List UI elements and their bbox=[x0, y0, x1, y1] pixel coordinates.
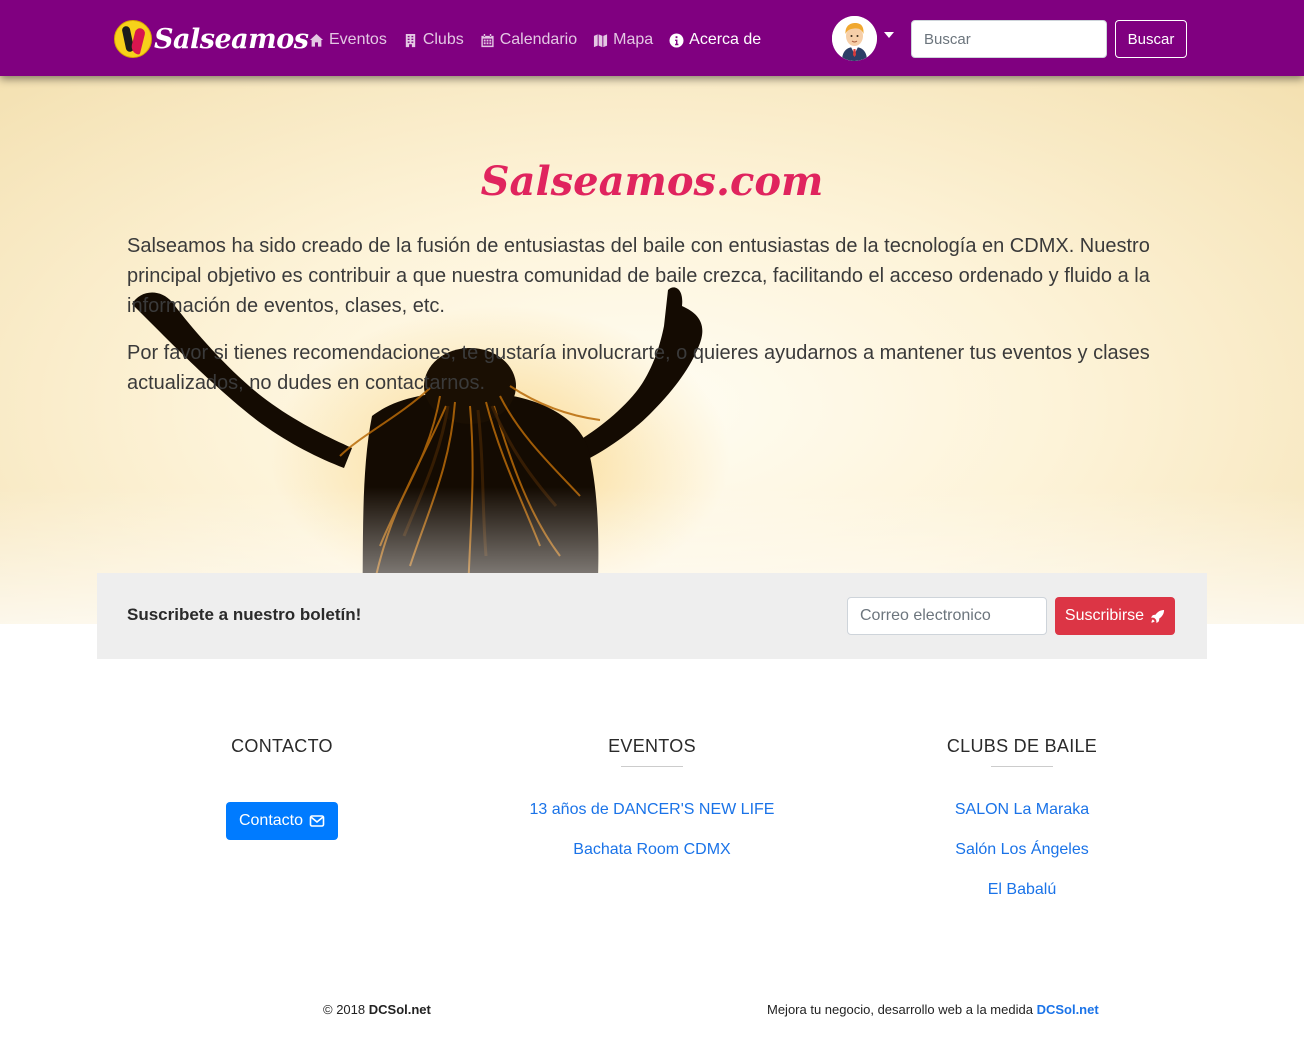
subscribe-button[interactable]: Suscribirse bbox=[1055, 597, 1175, 635]
calendar-icon bbox=[481, 33, 494, 47]
events-heading: EVENTOS bbox=[608, 736, 696, 756]
search-button[interactable]: Buscar bbox=[1115, 20, 1187, 58]
navbar: Salseamos Eventos Clubs Calendario Mapa … bbox=[0, 0, 1304, 76]
club-link[interactable]: El Babalú bbox=[837, 880, 1207, 920]
event-link[interactable]: Bachata Room CDMX bbox=[467, 840, 837, 880]
nav-item-label: Mapa bbox=[613, 31, 654, 48]
main-nav: Eventos Clubs Calendario Mapa Acerca de bbox=[309, 28, 761, 52]
copyright-text: © 2018 bbox=[323, 1002, 366, 1017]
nav-item-clubs[interactable]: Clubs bbox=[403, 31, 464, 49]
info-icon bbox=[669, 32, 684, 48]
contact-button-label: Contacto bbox=[238, 812, 304, 829]
user-menu-caret-icon[interactable] bbox=[884, 32, 894, 38]
nav-item-calendario[interactable]: Calendario bbox=[480, 31, 577, 49]
newsletter-email-field[interactable] bbox=[847, 597, 1047, 635]
nav-item-label: Eventos bbox=[329, 31, 387, 48]
envelope-icon bbox=[309, 815, 325, 827]
rocket-icon bbox=[1151, 609, 1165, 623]
footer-clubs-column: CLUBS DE BAILE SALON La Maraka Salón Los… bbox=[837, 736, 1207, 920]
footer-tagline: Mejora tu negocio, desarrollo web a la m… bbox=[767, 1002, 1099, 1017]
brand-name: Salseamos bbox=[154, 23, 309, 55]
copyright: © 2018 DCSol.net bbox=[323, 1002, 431, 1017]
tagline-text: Mejora tu negocio, desarrollo web a la m… bbox=[767, 1002, 1033, 1017]
copyright-brand-link[interactable]: DCSol.net bbox=[369, 1002, 431, 1017]
search-input[interactable] bbox=[911, 20, 1107, 58]
hero-section: Salseamos.com Salseamos ha sido creado d… bbox=[0, 76, 1304, 624]
building-icon bbox=[405, 33, 415, 47]
clubs-heading: CLUBS DE BAILE bbox=[946, 736, 1098, 756]
event-link[interactable]: 13 años de DANCER'S NEW LIFE bbox=[467, 800, 837, 840]
about-paragraph: Salseamos ha sido creado de la fusión de… bbox=[127, 235, 1150, 317]
heading-divider bbox=[621, 766, 683, 767]
contact-invite-paragraph: Por favor si tienes recomendaciones, te … bbox=[127, 342, 1150, 394]
newsletter-label: Suscribete a nuestro boletín! bbox=[127, 605, 362, 624]
newsletter-bar: Suscribete a nuestro boletín! Suscribirs… bbox=[97, 573, 1207, 659]
heading-divider bbox=[991, 766, 1053, 767]
contact-button[interactable]: Contacto bbox=[225, 802, 339, 840]
nav-item-eventos[interactable]: Eventos bbox=[309, 31, 387, 49]
home-icon bbox=[309, 33, 324, 47]
tagline-brand-link[interactable]: DCSol.net bbox=[1037, 1002, 1099, 1017]
page-title: Salseamos.com bbox=[480, 158, 824, 205]
nav-item-acerca-de[interactable]: Acerca de bbox=[669, 31, 761, 49]
club-link[interactable]: SALON La Maraka bbox=[837, 800, 1207, 840]
nav-item-label: Acerca de bbox=[689, 31, 762, 48]
footer-contact-column: CONTACTO Contacto bbox=[97, 736, 467, 840]
contact-heading: CONTACTO bbox=[231, 736, 333, 756]
brand-link[interactable]: Salseamos bbox=[114, 18, 309, 60]
user-avatar-icon bbox=[832, 16, 877, 61]
nav-item-mapa[interactable]: Mapa bbox=[593, 31, 653, 49]
footer-events-column: EVENTOS 13 años de DANCER'S NEW LIFE Bac… bbox=[467, 736, 837, 880]
club-link[interactable]: Salón Los Ángeles bbox=[837, 840, 1207, 880]
user-avatar[interactable] bbox=[832, 16, 877, 61]
subscribe-button-label: Suscribirse bbox=[1064, 607, 1145, 624]
dancers-logo-icon bbox=[114, 20, 152, 58]
map-icon bbox=[594, 33, 608, 47]
nav-item-label: Clubs bbox=[422, 31, 464, 48]
nav-item-label: Calendario bbox=[499, 31, 578, 48]
